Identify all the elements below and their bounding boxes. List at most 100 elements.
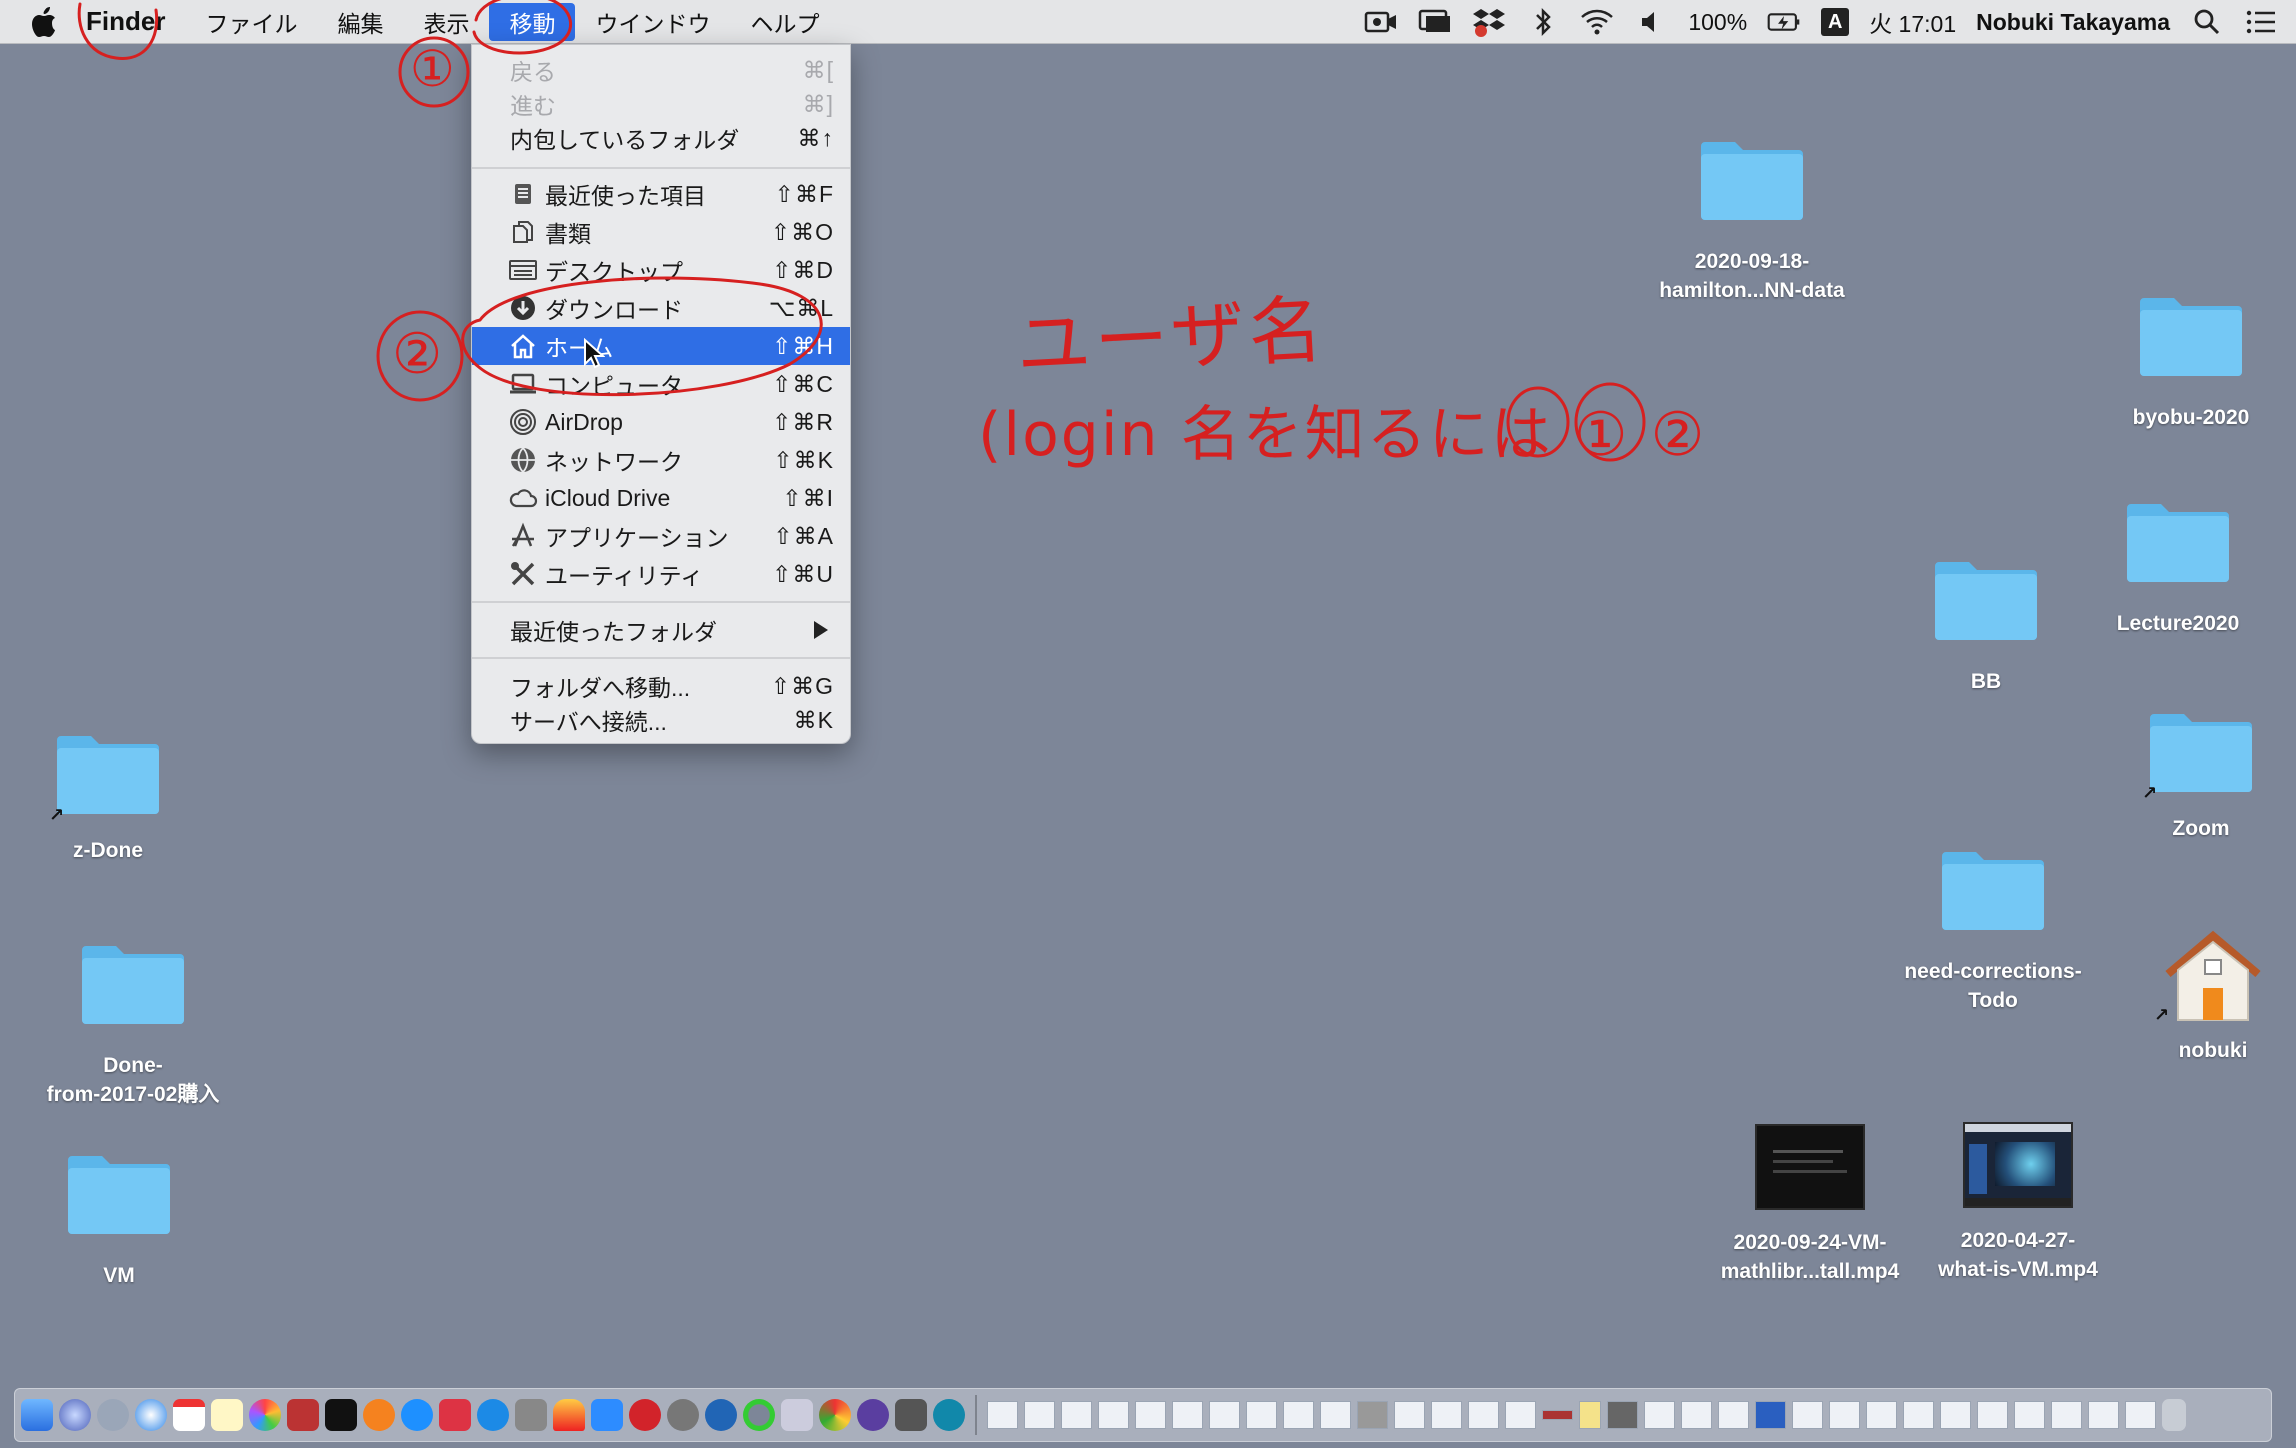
chrome-app-icon[interactable]	[819, 1399, 851, 1431]
terminal-app-icon[interactable]	[325, 1399, 357, 1431]
x11-app-icon[interactable]	[895, 1399, 927, 1431]
dock-document-icon[interactable]	[1431, 1401, 1462, 1429]
dock-document-icon[interactable]	[1903, 1401, 1934, 1429]
dock-document-icon[interactable]	[1098, 1401, 1129, 1429]
dock-document-icon[interactable]	[2088, 1401, 2119, 1429]
siri-app-icon[interactable]	[59, 1399, 91, 1431]
dock-document-icon[interactable]	[1829, 1401, 1860, 1429]
notification-center-icon[interactable]	[2244, 7, 2278, 37]
desktop-video-what-is-vm[interactable]: 2020-04-27- what-is-VM.mp4	[1908, 1122, 2128, 1284]
menu-edit[interactable]: 編集	[317, 0, 403, 44]
finder-app-icon[interactable]	[21, 1399, 53, 1431]
menu-item-applications[interactable]: アプリケーション ⇧⌘A	[472, 517, 850, 555]
menu-help[interactable]: ヘルプ	[730, 0, 839, 44]
menu-view[interactable]: 表示	[403, 0, 489, 44]
menu-item-connect-server[interactable]: サーバへ接続... ⌘K	[472, 701, 850, 739]
dock-document-icon[interactable]	[1718, 1401, 1749, 1429]
menu-finder[interactable]: Finder	[66, 0, 185, 44]
desktop-folder-vm[interactable]: VM	[9, 1150, 229, 1290]
menu-item-go-to-folder[interactable]: フォルダへ移動... ⇧⌘G	[472, 667, 850, 705]
dock-document-icon[interactable]	[1394, 1401, 1425, 1429]
desktop-folder-need-corrections[interactable]: need-corrections- Todo	[1883, 846, 2103, 1015]
dock-document-icon[interactable]	[1681, 1401, 1712, 1429]
dock-document-icon[interactable]	[1172, 1401, 1203, 1429]
dock-document-icon[interactable]	[1283, 1401, 1314, 1429]
dock-document-icon[interactable]	[1644, 1401, 1675, 1429]
dock-document-icon[interactable]	[1940, 1401, 1971, 1429]
desktop-folder-zoom[interactable]: ↗ Zoom	[2091, 708, 2296, 843]
dock-document-icon[interactable]	[2051, 1401, 2082, 1429]
zoom-app-icon[interactable]	[591, 1399, 623, 1431]
desktop-video-vm-mathlibr[interactable]: 2020-09-24-VM- mathlibr...tall.mp4	[1700, 1124, 1920, 1286]
dock-document-icon[interactable]	[1607, 1401, 1638, 1429]
desktop-folder-byobu[interactable]: byobu-2020	[2081, 292, 2296, 432]
battery-percent[interactable]: 100%	[1688, 9, 1747, 36]
safari-app-icon[interactable]	[135, 1399, 167, 1431]
menu-item-enclosing-folder[interactable]: 内包しているフォルダ ⌘↑	[472, 119, 850, 157]
launchpad-app-icon[interactable]	[97, 1399, 129, 1431]
app-store-icon[interactable]	[401, 1399, 433, 1431]
app-icon[interactable]	[553, 1399, 585, 1431]
calendar-app-icon[interactable]	[173, 1399, 205, 1431]
menu-item-desktop[interactable]: デスクトップ ⇧⌘D	[472, 251, 850, 289]
app-icon[interactable]	[439, 1399, 471, 1431]
dock-document-icon[interactable]	[1579, 1401, 1601, 1429]
bluetooth-icon[interactable]	[1526, 7, 1560, 37]
trash-icon[interactable]	[2162, 1399, 2186, 1431]
dock-document-icon[interactable]	[1977, 1401, 2008, 1429]
books-app-icon[interactable]	[363, 1399, 395, 1431]
dock-document-icon[interactable]	[2014, 1401, 2045, 1429]
app-icon[interactable]	[629, 1399, 661, 1431]
menu-item-computer[interactable]: コンピュータ ⇧⌘C	[472, 365, 850, 403]
menu-item-forward[interactable]: 進む ⌘]	[472, 85, 850, 123]
battery-icon[interactable]	[1767, 7, 1801, 37]
desktop-folder-hamilton[interactable]: 2020-09-18- hamilton...NN-data	[1642, 136, 1862, 305]
menu-item-airdrop[interactable]: AirDrop ⇧⌘R	[472, 403, 850, 441]
dock-document-icon[interactable]	[987, 1401, 1018, 1429]
menu-item-utilities[interactable]: ユーティリティ ⇧⌘U	[472, 555, 850, 593]
dock-document-icon[interactable]	[1135, 1401, 1166, 1429]
desktop-folder-z-done[interactable]: ↗ z-Done	[0, 730, 218, 865]
dock-document-icon[interactable]	[2125, 1401, 2156, 1429]
dock-document-icon[interactable]	[1246, 1401, 1277, 1429]
dock-document-icon[interactable]	[1792, 1401, 1823, 1429]
wifi-icon[interactable]	[1580, 7, 1614, 37]
r-app-icon[interactable]	[705, 1399, 737, 1431]
dock-document-icon[interactable]	[1505, 1401, 1536, 1429]
menu-item-network[interactable]: ネットワーク ⇧⌘K	[472, 441, 850, 479]
app-icon[interactable]	[515, 1399, 547, 1431]
menu-window[interactable]: ウインドウ	[575, 0, 730, 44]
apple-menu-icon[interactable]	[22, 0, 66, 44]
spotlight-search-icon[interactable]	[2190, 7, 2224, 37]
menu-item-home[interactable]: ホーム ⇧⌘H	[472, 327, 850, 365]
desktop-folder-done-2017[interactable]: Done- from-2017-02購入	[23, 940, 243, 1109]
dock-document-icon[interactable]	[1357, 1401, 1388, 1429]
emacs-app-icon[interactable]	[857, 1399, 889, 1431]
dock-document-icon[interactable]	[1061, 1401, 1092, 1429]
volume-icon[interactable]	[1634, 7, 1668, 37]
menu-item-recents[interactable]: 最近使った項目 ⇧⌘F	[472, 175, 850, 213]
dock-document-icon[interactable]	[1209, 1401, 1240, 1429]
menu-file[interactable]: ファイル	[185, 0, 317, 44]
menu-item-documents[interactable]: 書類 ⇧⌘O	[472, 213, 850, 251]
photos-app-icon[interactable]	[249, 1399, 281, 1431]
dock-document-icon[interactable]	[1320, 1401, 1351, 1429]
screen-record-icon[interactable]	[1364, 7, 1398, 37]
quicktime-app-icon[interactable]	[933, 1399, 965, 1431]
dock-document-icon[interactable]	[1468, 1401, 1499, 1429]
app-icon[interactable]	[743, 1399, 775, 1431]
desktop-folder-bb[interactable]: BB	[1876, 556, 2096, 696]
menu-item-icloud[interactable]: iCloud Drive ⇧⌘I	[472, 479, 850, 517]
dock-document-icon[interactable]	[1024, 1401, 1055, 1429]
dock-document-icon[interactable]	[1542, 1410, 1573, 1420]
clock[interactable]: 火 17:01	[1869, 5, 1956, 39]
dropbox-icon[interactable]	[1472, 7, 1506, 37]
menu-item-recent-folders[interactable]: 最近使ったフォルダ	[472, 611, 850, 649]
dock-document-icon[interactable]	[1866, 1401, 1897, 1429]
menu-item-back[interactable]: 戻る ⌘[	[472, 51, 850, 89]
menu-item-downloads[interactable]: ダウンロード ⌥⌘L	[472, 289, 850, 327]
app-icon[interactable]	[781, 1399, 813, 1431]
system-preferences-icon[interactable]	[667, 1399, 699, 1431]
desktop-home-nobuki[interactable]: ↗ nobuki	[2103, 930, 2296, 1065]
notes-app-icon[interactable]	[211, 1399, 243, 1431]
